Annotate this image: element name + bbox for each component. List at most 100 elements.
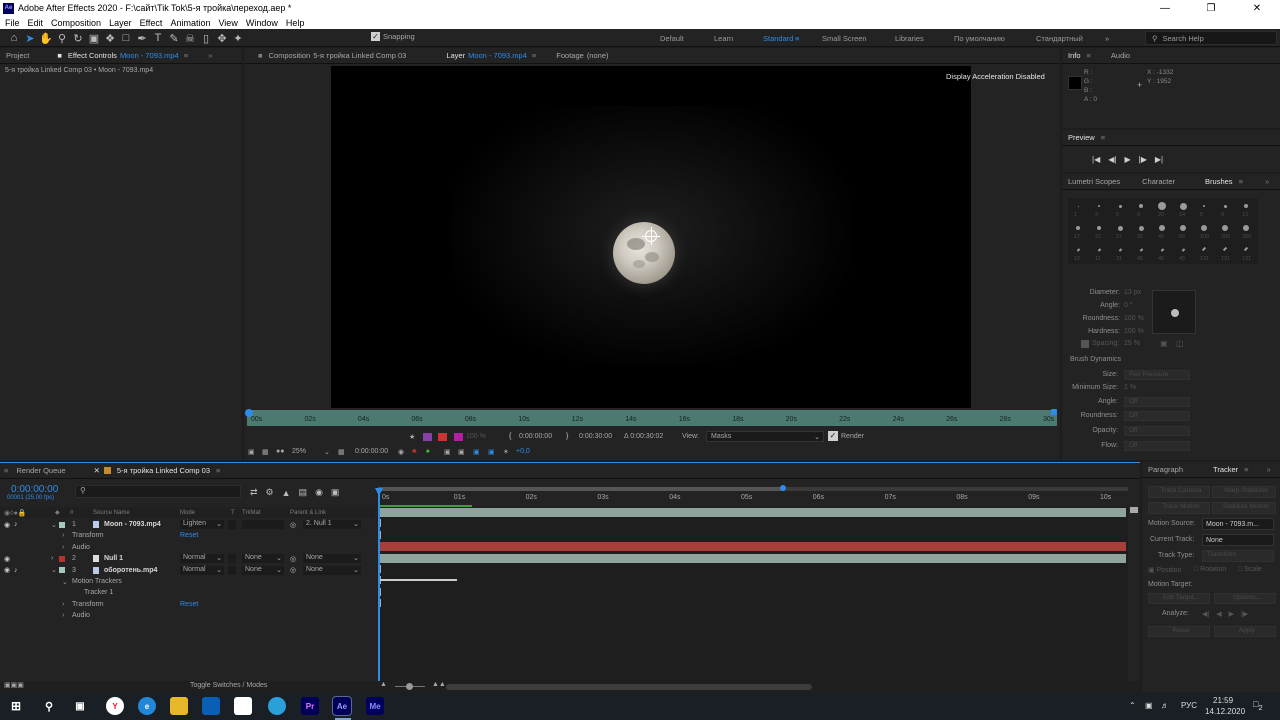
menu-layer[interactable]: Layer: [109, 18, 132, 28]
snapping-toggle[interactable]: ✓ Snapping: [371, 32, 415, 41]
current-time[interactable]: 0:00:00:00: [355, 448, 388, 455]
layer-label-color[interactable]: [59, 567, 65, 574]
brush-tip[interactable]: [1179, 202, 1187, 210]
exposure-value[interactable]: +0,0: [516, 448, 530, 455]
rotation-checkbox[interactable]: □ Rotation: [1194, 566, 1226, 573]
tab-lumetri-scopes[interactable]: Lumetri Scopes: [1068, 177, 1120, 186]
tray-chevron-icon[interactable]: ⌃: [1129, 701, 1136, 710]
dyn-roundness-dropdown[interactable]: Off: [1124, 411, 1190, 421]
brushes-menu-icon[interactable]: ≡: [1239, 177, 1243, 186]
close-tab-icon[interactable]: ■: [57, 51, 62, 60]
tab-render-queue[interactable]: Render Queue: [16, 466, 65, 475]
layer-duration-bar[interactable]: [380, 553, 1126, 563]
parent-pickwhip-icon[interactable]: ◎: [290, 555, 296, 563]
property-reset-link[interactable]: Reset: [180, 601, 198, 608]
brush-tip[interactable]: [1118, 204, 1122, 208]
scale-checkbox[interactable]: □ Scale: [1238, 566, 1262, 573]
property-expand-icon[interactable]: ›: [62, 532, 64, 539]
diameter-value[interactable]: 13 px: [1124, 289, 1141, 296]
property-group-row[interactable]: › Audio: [0, 542, 375, 553]
brush-tip[interactable]: [1076, 247, 1080, 252]
selection-tool-icon[interactable]: ➤: [22, 30, 38, 46]
brush-tip[interactable]: [1203, 205, 1205, 207]
out-point-marker[interactable]: [1051, 409, 1057, 415]
workspace-small-screen[interactable]: Small Screen: [822, 34, 867, 43]
fast-previews-icon[interactable]: ▣: [473, 448, 480, 456]
brush-tip[interactable]: [1118, 247, 1122, 252]
property-group-row[interactable]: › Transform Reset: [0, 530, 375, 541]
tab-tracker[interactable]: Tracker: [1213, 465, 1238, 474]
track-camera-button[interactable]: Track Camera: [1148, 486, 1210, 498]
brush-tip[interactable]: [1244, 204, 1248, 208]
hardness-value[interactable]: 100 %: [1124, 328, 1144, 335]
eraser-tool-icon[interactable]: ▯: [198, 30, 214, 46]
spacing-value[interactable]: 25 %: [1124, 340, 1140, 347]
current-track-dropdown[interactable]: None: [1202, 534, 1274, 546]
task-view-icon[interactable]: ▣: [71, 697, 89, 715]
snapping-checkbox[interactable]: ✓: [371, 32, 380, 41]
layer-duration-bar[interactable]: [380, 508, 1126, 517]
notifications-icon[interactable]: □2: [1253, 699, 1263, 712]
first-frame-icon[interactable]: |◀: [1092, 155, 1100, 164]
last-frame-icon[interactable]: ▶|: [1155, 155, 1163, 164]
column-source-name[interactable]: Source Name: [93, 510, 130, 516]
tab-project[interactable]: Project: [6, 51, 29, 60]
brush-tip[interactable]: [1097, 226, 1101, 230]
work-area-end-marker[interactable]: [780, 485, 786, 491]
brush-tip[interactable]: [1243, 225, 1249, 231]
file-explorer-icon[interactable]: [170, 697, 188, 715]
hide-shy-icon[interactable]: ▲: [282, 488, 291, 498]
toggle-mask-icon[interactable]: ▣: [444, 448, 451, 456]
layer-source-name[interactable]: Null 1: [104, 555, 123, 562]
visibility-eye-icon[interactable]: ◉: [4, 521, 10, 529]
tracker-overflow-icon[interactable]: »: [1267, 465, 1271, 474]
layer-row[interactable]: ◉ ♪ ⌄ 1 Moon - 7093.mp4 Lighten ⌄ ◎ 2. Null 1 ⌄: [0, 519, 375, 530]
audio-speaker-icon[interactable]: ♪: [14, 567, 18, 574]
yandex-browser-icon[interactable]: Y: [106, 697, 124, 715]
property-group-row[interactable]: › Transform Reset: [0, 599, 375, 610]
after-effects-taskbar-icon[interactable]: Ae: [332, 696, 352, 716]
spacing-checkbox[interactable]: [1081, 340, 1089, 348]
magenta-channel-icon[interactable]: [454, 432, 463, 441]
analyze-back-all-icon[interactable]: ◀|: [1202, 610, 1209, 618]
brush-tip[interactable]: [1098, 205, 1100, 207]
workspace-standartny[interactable]: Стандартный: [1036, 34, 1083, 43]
tab-footage[interactable]: Footage: [556, 51, 584, 60]
collapse-arrow-icon[interactable]: ⌄: [51, 521, 57, 529]
layer-mode-dropdown[interactable]: Normal ⌄: [180, 565, 224, 575]
panel-menu-icon[interactable]: ≡: [184, 51, 188, 60]
parent-dropdown[interactable]: None ⌄: [303, 565, 361, 575]
minimize-icon[interactable]: —: [1142, 0, 1188, 16]
search-taskbar-icon[interactable]: ⚲: [40, 697, 58, 715]
tab-info[interactable]: Info: [1068, 51, 1081, 60]
apply-button[interactable]: Apply: [1214, 626, 1276, 637]
brush-tip[interactable]: [1158, 202, 1166, 210]
analyze-back-icon[interactable]: ◀: [1216, 610, 1221, 618]
play-icon[interactable]: ▶: [1124, 155, 1130, 164]
timeline-tab-close-icon[interactable]: ✕: [94, 466, 100, 475]
comp-lock-icon[interactable]: ■: [258, 51, 263, 60]
brush-tip[interactable]: [1160, 247, 1164, 252]
volume-icon[interactable]: ♬: [1161, 701, 1169, 710]
menu-composition[interactable]: Composition: [51, 18, 101, 28]
property-group-row[interactable]: ⌄ Motion Trackers: [0, 576, 375, 587]
network-icon[interactable]: ▣: [1145, 701, 1153, 710]
language-indicator[interactable]: РУС: [1181, 701, 1197, 710]
zoom-tool-icon[interactable]: ⚲: [54, 30, 70, 46]
layer-time-ruler[interactable]: 00s 02s 04s 06s 08s 10s 12s 14s 16s 18s 20s 22s 24s 2…: [245, 409, 1057, 426]
timeline-timecode[interactable]: 0:00:00:00: [11, 484, 58, 495]
property-expand-icon[interactable]: ›: [62, 601, 64, 608]
expand-arrow-icon[interactable]: ›: [51, 555, 53, 562]
audio-speaker-icon[interactable]: ♪: [14, 521, 18, 528]
layer-source-name[interactable]: Moon - 7093.mp4: [104, 521, 161, 528]
store-icon[interactable]: [234, 697, 252, 715]
dyn-angle-dropdown[interactable]: Off: [1124, 397, 1190, 407]
pan-behind-tool-icon[interactable]: ❖: [102, 30, 118, 46]
hand-tool-icon[interactable]: ✋: [38, 30, 54, 46]
preview-menu-icon[interactable]: ≡: [1101, 133, 1105, 142]
prev-frame-icon[interactable]: ◀|: [1108, 155, 1116, 164]
timeline-search-field[interactable]: ⚲: [75, 485, 241, 498]
trkmat-dropdown[interactable]: [242, 520, 284, 529]
motion-source-dropdown[interactable]: Moon - 7093.m...: [1202, 518, 1274, 530]
stabilize-motion-button[interactable]: Stabilize Motion: [1212, 502, 1276, 514]
